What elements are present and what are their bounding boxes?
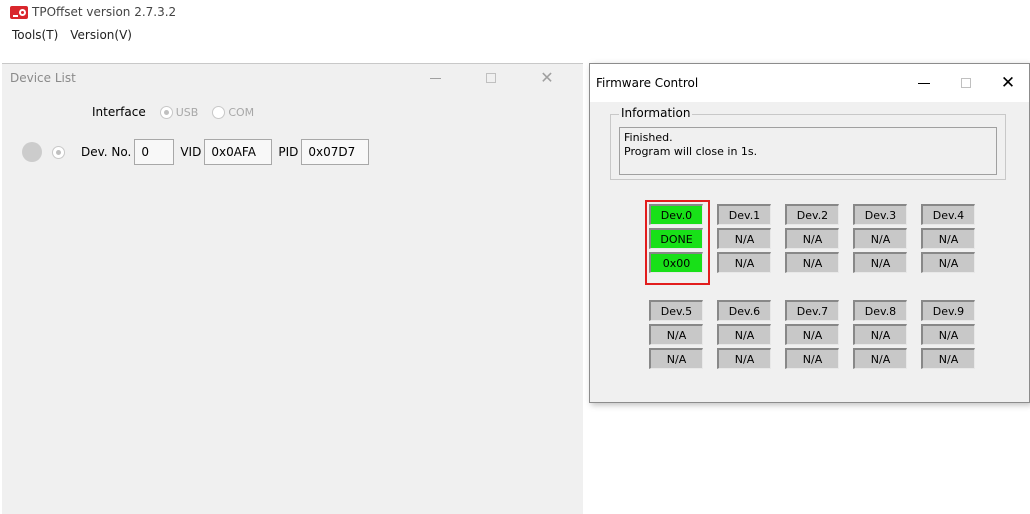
- information-box: Finished. Program will close in 1s.: [619, 127, 997, 175]
- menu-tools[interactable]: Tools(T): [12, 28, 58, 42]
- device-status-cell: N/A: [785, 228, 839, 249]
- device-name-cell: Dev.5: [649, 300, 703, 321]
- firmware-control-title: Firmware Control: [596, 76, 699, 90]
- device-name-cell: Dev.3: [853, 204, 907, 225]
- device-code-cell: N/A: [717, 252, 771, 273]
- device-code-cell: N/A: [921, 348, 975, 369]
- device-row: Dev. No. 0 VID 0x0AFA PID 0x07D7: [22, 136, 375, 168]
- device-status-cell: N/A: [921, 228, 975, 249]
- menu-bar: Tools(T) Version(V): [0, 25, 144, 45]
- pid-field: 0x07D7: [301, 139, 370, 165]
- device-list-title: Device List: [10, 71, 76, 85]
- device-name-cell: Dev.4: [921, 204, 975, 225]
- device-status-cell: N/A: [717, 324, 771, 345]
- firmware-control-minimize-button[interactable]: [904, 64, 944, 102]
- device-name-cell: Dev.1: [717, 204, 771, 225]
- usb-radio-label: USB: [175, 105, 199, 119]
- device-list-maximize-button[interactable]: [471, 64, 511, 92]
- com-radio[interactable]: [212, 105, 226, 119]
- device-code-cell: N/A: [785, 252, 839, 273]
- firmware-control-titlebar: Firmware Control ✕: [590, 64, 1029, 102]
- close-icon: ✕: [540, 68, 554, 87]
- device-code-cell: N/A: [853, 252, 907, 273]
- interface-label: Interface: [92, 105, 146, 119]
- dev0-highlight-box: [645, 200, 710, 285]
- device-status-cell: N/A: [717, 228, 771, 249]
- device-list-minimize-button[interactable]: [415, 64, 455, 92]
- app-title: TPOffset version 2.7.3.2: [32, 5, 177, 19]
- dev-no-label: Dev. No.: [81, 145, 132, 159]
- com-radio-label: COM: [228, 105, 255, 119]
- interface-usb-option[interactable]: USB: [159, 105, 199, 119]
- interface-com-option[interactable]: COM: [212, 105, 255, 119]
- vid-label: VID: [180, 145, 202, 159]
- firmware-control-close-button[interactable]: ✕: [988, 64, 1028, 102]
- menu-version[interactable]: Version(V): [70, 28, 132, 42]
- maximize-icon: [486, 73, 496, 83]
- minimize-icon: [429, 77, 441, 79]
- app-titlebar: TPOffset version 2.7.3.2: [0, 0, 1030, 24]
- vid-field: 0x0AFA: [204, 139, 273, 165]
- device-select-radio[interactable]: [52, 145, 65, 159]
- device-code-cell: N/A: [717, 348, 771, 369]
- device-name-cell: Dev.6: [717, 300, 771, 321]
- information-group: Information Finished. Program will close…: [610, 106, 1006, 180]
- device-name-cell: Dev.8: [853, 300, 907, 321]
- device-status-cell: N/A: [853, 228, 907, 249]
- device-status-cell: N/A: [921, 324, 975, 345]
- firmware-control-maximize-button[interactable]: [946, 64, 986, 102]
- minimize-icon: [918, 82, 930, 84]
- device-code-cell: N/A: [853, 348, 907, 369]
- dev-no-field: 0: [134, 139, 175, 165]
- device-code-cell: N/A: [785, 348, 839, 369]
- device-list-close-button[interactable]: ✕: [527, 64, 567, 92]
- device-name-cell: Dev.7: [785, 300, 839, 321]
- usb-radio[interactable]: [159, 105, 173, 119]
- device-status-led: [22, 142, 42, 162]
- device-status-cell: N/A: [853, 324, 907, 345]
- information-line-1: Finished.: [624, 131, 673, 144]
- device-name-cell: Dev.2: [785, 204, 839, 225]
- device-name-cell: Dev.9: [921, 300, 975, 321]
- tpoffset-logo-icon: [10, 5, 28, 19]
- close-icon: ✕: [1000, 72, 1016, 93]
- device-code-cell: N/A: [649, 348, 703, 369]
- device-status-cell: N/A: [785, 324, 839, 345]
- device-list-window: Device List ✕ Interface USB COM Dev. No.…: [2, 63, 583, 514]
- firmware-control-dialog: Firmware Control ✕ Information Finished.…: [589, 63, 1030, 403]
- information-legend: Information: [619, 106, 693, 120]
- device-code-cell: N/A: [921, 252, 975, 273]
- interface-row: Interface USB COM: [92, 104, 268, 120]
- device-list-titlebar: Device List ✕: [2, 64, 583, 92]
- maximize-icon: [961, 78, 971, 88]
- information-line-2: Program will close in 1s.: [624, 145, 758, 158]
- device-status-cell: N/A: [649, 324, 703, 345]
- pid-label: PID: [278, 145, 299, 159]
